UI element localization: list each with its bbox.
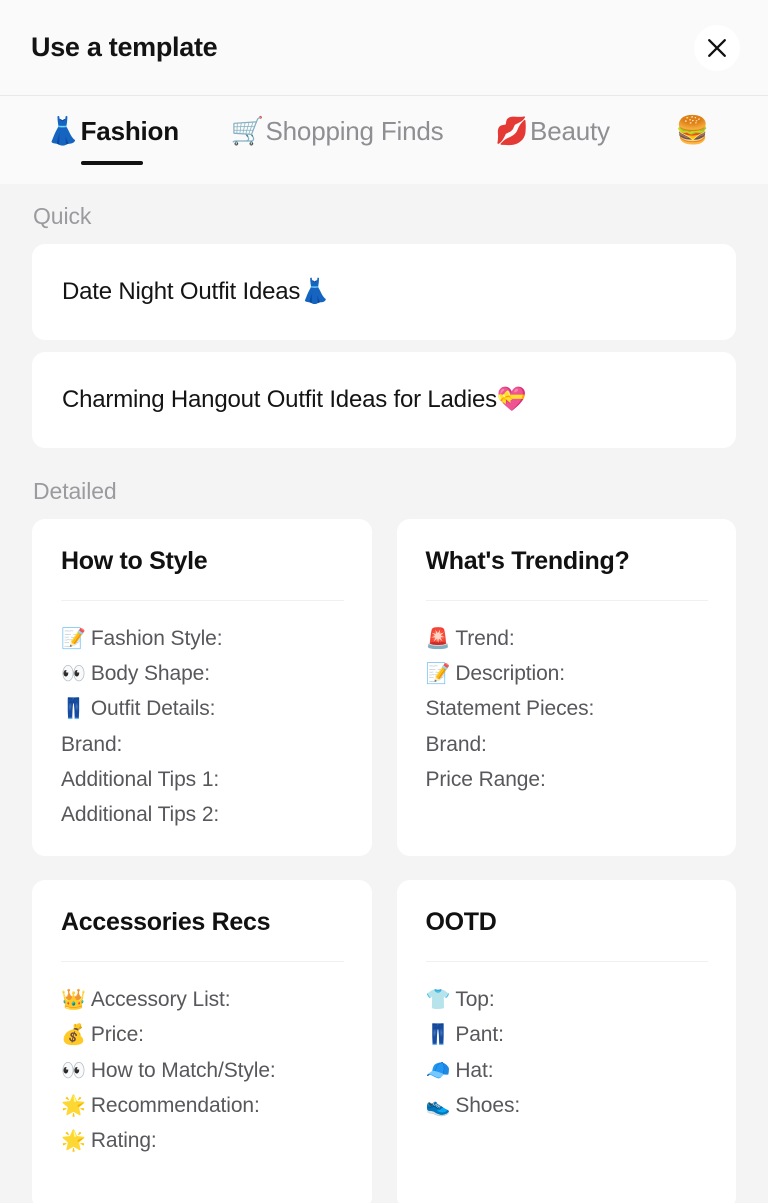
rotating-light-icon: 🚨 xyxy=(425,627,451,650)
field-label: Additional Tips 2: xyxy=(61,803,220,827)
hamburger-icon: 🍔 xyxy=(675,115,710,145)
field-row: 👖 Pant: xyxy=(426,1017,715,1052)
field-label: Body Shape: xyxy=(90,662,210,686)
field-list: 👑 Accessory List: 💰 Price: 👀 How to Matc… xyxy=(61,982,350,1158)
quick-template-card[interactable]: Charming Hangout Outfit Ideas for Ladies… xyxy=(32,352,736,448)
field-row: 👖 Outfit Details: xyxy=(61,691,350,726)
jeans-icon: 👖 xyxy=(425,1024,451,1047)
quick-template-card[interactable]: Date Night Outfit Ideas👗 xyxy=(32,244,736,340)
card-title: How to Style xyxy=(61,547,208,575)
field-label: Statement Pieces: xyxy=(425,697,595,721)
field-row: 👑 Accessory List: xyxy=(61,982,350,1017)
field-label: Rating: xyxy=(90,1129,157,1153)
field-row: 👀 Body Shape: xyxy=(61,656,350,691)
field-label: Top: xyxy=(455,988,495,1012)
glowing-star-icon: 🌟 xyxy=(61,1130,86,1153)
tab-beauty[interactable]: 💋 Beauty xyxy=(495,96,610,165)
eyes-icon: 👀 xyxy=(61,1059,86,1082)
tab-label: Shopping Finds xyxy=(265,116,444,146)
field-row: 👀 How to Match/Style: xyxy=(61,1053,350,1088)
crown-icon: 👑 xyxy=(61,989,86,1012)
glowing-star-icon: 🌟 xyxy=(61,1094,86,1117)
field-label: Trend: xyxy=(455,626,515,650)
tab-label: Beauty xyxy=(530,116,610,146)
field-label: Brand: xyxy=(425,732,487,756)
close-icon xyxy=(706,37,728,59)
template-list: Quick Date Night Outfit Ideas👗 Charming … xyxy=(0,184,768,1203)
tab-food[interactable]: 🍔 xyxy=(662,96,724,162)
dress-icon: 👗 xyxy=(46,116,80,147)
detailed-template-card-whats-trending[interactable]: What's Trending? 🚨 Trend: 📝 Description:… xyxy=(396,519,736,857)
card-divider xyxy=(61,961,344,963)
card-divider xyxy=(425,599,708,601)
card-title: What's Trending? xyxy=(425,547,630,575)
eyes-icon: 👀 xyxy=(61,663,86,686)
field-row: 📝 Fashion Style: xyxy=(61,621,350,656)
field-row: Additional Tips 2: xyxy=(61,797,350,832)
quick-template-label: Date Night Outfit Ideas👗 xyxy=(62,277,330,305)
tab-label: Fashion xyxy=(80,116,179,146)
active-tab-indicator xyxy=(522,161,584,165)
field-row: Additional Tips 1: xyxy=(61,762,350,797)
field-row: 💰 Price: xyxy=(61,1017,350,1052)
field-row: Brand: xyxy=(426,727,715,762)
field-row: 🌟 Recommendation: xyxy=(61,1088,350,1123)
card-title: OOTD xyxy=(425,908,497,937)
active-tab-indicator xyxy=(306,161,368,165)
billed-cap-icon: 🧢 xyxy=(425,1059,451,1082)
field-row: Brand: xyxy=(61,727,350,762)
tab-fashion[interactable]: 👗 Fashion xyxy=(46,96,179,165)
field-label: Hat: xyxy=(455,1058,494,1082)
section-heading-quick: Quick xyxy=(33,203,92,229)
active-tab-indicator xyxy=(81,160,144,165)
card-divider xyxy=(425,961,708,963)
memo-icon: 📝 xyxy=(425,663,451,686)
lips-icon: 💋 xyxy=(495,116,530,147)
field-label: Outfit Details: xyxy=(90,697,216,721)
jeans-icon: 👖 xyxy=(61,698,86,721)
modal-header: Use a template xyxy=(0,0,768,96)
money-bag-icon: 💰 xyxy=(61,1024,86,1047)
card-title: Accessories Recs xyxy=(61,908,271,937)
tshirt-icon: 👕 xyxy=(425,989,451,1012)
tab-shopping-finds[interactable]: 🛒 Shopping Finds xyxy=(231,96,444,165)
field-label: Brand: xyxy=(61,732,123,756)
field-list: 🚨 Trend: 📝 Description: Statement Pieces… xyxy=(426,621,715,797)
field-label: Description: xyxy=(455,662,565,686)
field-label: Shoes: xyxy=(455,1093,521,1117)
card-divider xyxy=(61,599,344,601)
field-label: Price Range: xyxy=(425,767,546,791)
quick-template-label: Charming Hangout Outfit Ideas for Ladies… xyxy=(62,385,527,413)
field-row: 👕 Top: xyxy=(426,982,715,1017)
field-row: 📝 Description: xyxy=(426,656,715,691)
template-picker-screen: Use a template 👗 Fashion 🛒 Shopping Find… xyxy=(0,0,768,1203)
field-label: Price: xyxy=(90,1023,144,1047)
running-shoe-icon: 👟 xyxy=(425,1094,451,1117)
detailed-template-card-accessories-recs[interactable]: Accessories Recs 👑 Accessory List: 💰 Pri… xyxy=(32,880,372,1203)
field-label: Fashion Style: xyxy=(90,626,223,650)
category-tab-bar[interactable]: 👗 Fashion 🛒 Shopping Finds 💋 Beauty 🍔 xyxy=(0,96,768,184)
detailed-template-card-ootd[interactable]: OOTD 👕 Top: 👖 Pant: 🧢 Hat: 👟 Shoes: xyxy=(396,880,736,1203)
memo-icon: 📝 xyxy=(61,627,86,650)
field-row: Price Range: xyxy=(426,762,715,797)
detailed-template-grid: How to Style 📝 Fashion Style: 👀 Body Sha… xyxy=(32,519,736,1203)
field-row: 🧢 Hat: xyxy=(426,1053,715,1088)
field-label: Pant: xyxy=(455,1023,504,1047)
field-row: Statement Pieces: xyxy=(426,691,715,726)
close-button[interactable] xyxy=(694,24,740,71)
active-tab-indicator xyxy=(662,158,724,162)
field-row: 👟 Shoes: xyxy=(426,1088,715,1123)
field-row: 🌟 Rating: xyxy=(61,1123,350,1158)
field-label: Additional Tips 1: xyxy=(61,767,220,791)
field-label: Recommendation: xyxy=(90,1093,260,1117)
field-list: 👕 Top: 👖 Pant: 🧢 Hat: 👟 Shoes: xyxy=(426,982,715,1123)
field-label: How to Match/Style: xyxy=(90,1058,276,1082)
section-heading-detailed: Detailed xyxy=(33,478,117,504)
field-row: 🚨 Trend: xyxy=(426,621,715,656)
field-list: 📝 Fashion Style: 👀 Body Shape: 👖 Outfit … xyxy=(61,621,350,833)
shopping-cart-icon: 🛒 xyxy=(230,116,265,147)
detailed-template-card-how-to-style[interactable]: How to Style 📝 Fashion Style: 👀 Body Sha… xyxy=(32,519,372,857)
page-title: Use a template xyxy=(31,32,218,62)
field-label: Accessory List: xyxy=(90,988,231,1012)
